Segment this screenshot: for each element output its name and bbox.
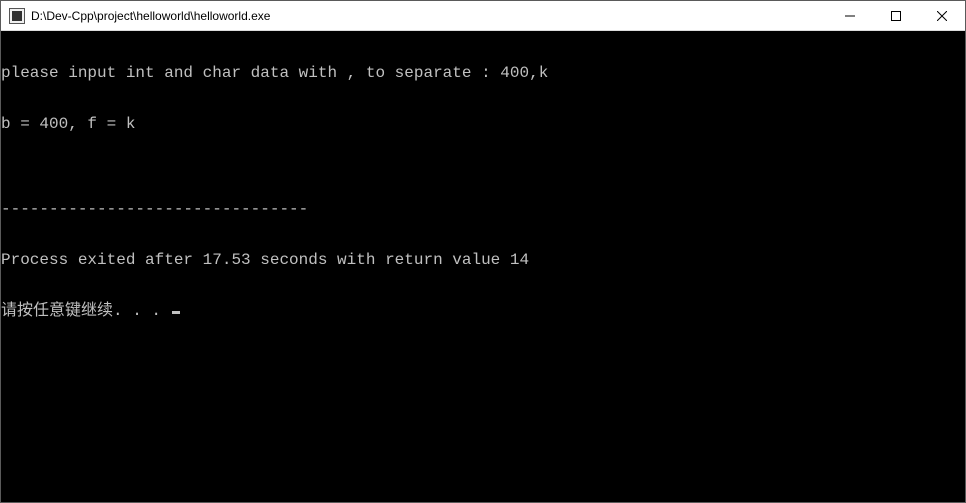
console-output[interactable]: please input int and char data with , to… xyxy=(1,31,965,502)
window-controls xyxy=(827,1,965,30)
window-title: D:\Dev-Cpp\project\helloworld\helloworld… xyxy=(31,9,827,23)
close-button[interactable] xyxy=(919,1,965,30)
titlebar[interactable]: D:\Dev-Cpp\project\helloworld\helloworld… xyxy=(1,1,965,31)
app-icon xyxy=(9,8,25,24)
app-window: D:\Dev-Cpp\project\helloworld\helloworld… xyxy=(0,0,966,503)
minimize-icon xyxy=(845,11,855,21)
maximize-icon xyxy=(891,11,901,21)
maximize-button[interactable] xyxy=(873,1,919,30)
console-line: b = 400, f = k xyxy=(1,116,965,133)
console-line: please input int and char data with , to… xyxy=(1,65,965,82)
console-prompt-line: 请按任意键继续. . . xyxy=(1,303,965,320)
console-prompt-text: 请按任意键继续. . . xyxy=(1,302,171,320)
console-line: Process exited after 17.53 seconds with … xyxy=(1,252,965,269)
cursor-icon xyxy=(172,311,180,314)
close-icon xyxy=(937,11,947,21)
console-line: -------------------------------- xyxy=(1,201,965,218)
minimize-button[interactable] xyxy=(827,1,873,30)
